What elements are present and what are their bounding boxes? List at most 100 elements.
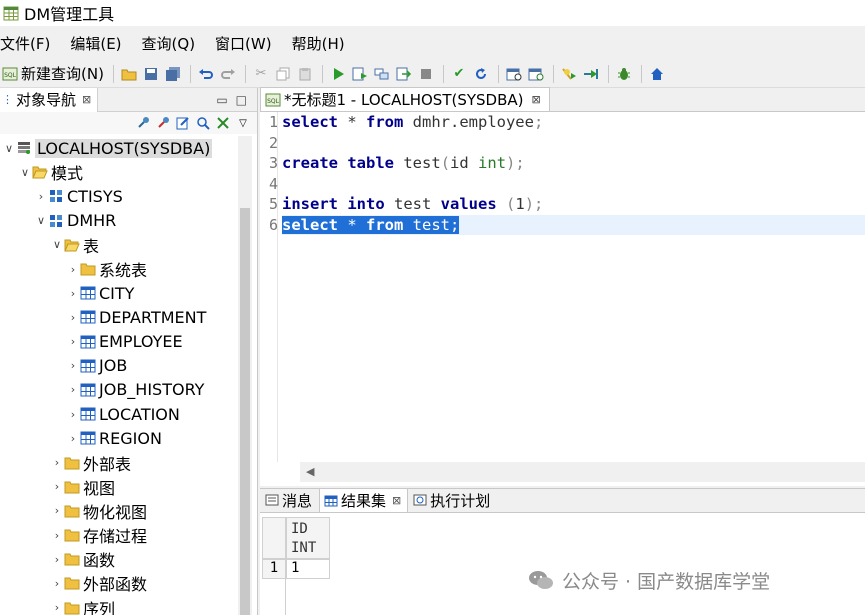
schedule-icon[interactable] (526, 64, 546, 84)
collapse-arrow-icon[interactable]: › (50, 504, 64, 517)
edit-icon[interactable] (175, 115, 191, 131)
scrollbar-thumb[interactable] (240, 208, 250, 615)
tree-node[interactable]: ∨ DMHR (0, 209, 236, 233)
grid-cell[interactable]: 1 (286, 559, 330, 579)
menu-window[interactable]: 窗口(W) (215, 33, 272, 54)
disconnect-icon[interactable] (155, 115, 171, 131)
code-line[interactable]: 5 insert into test values (1); (269, 194, 865, 215)
collapse-arrow-icon[interactable]: › (50, 456, 64, 469)
tree-node[interactable]: ∨ LOCALHOST(SYSDBA) (0, 136, 236, 160)
run-script-icon[interactable] (350, 64, 370, 84)
collapse-arrow-icon[interactable]: › (66, 383, 80, 396)
export-icon[interactable] (394, 64, 414, 84)
bug-icon[interactable] (614, 64, 634, 84)
close-icon[interactable]: ⊠ (532, 93, 541, 106)
collapse-arrow-icon[interactable]: › (66, 311, 80, 324)
menu-help[interactable]: 帮助(H) (292, 33, 345, 54)
maximize-icon[interactable]: □ (236, 93, 247, 107)
copy-icon[interactable] (273, 64, 293, 84)
close-icon[interactable]: ⊠ (392, 494, 401, 507)
tree-node[interactable]: › 外部函数 (0, 571, 236, 595)
tree-node[interactable]: › EMPLOYEE (0, 330, 236, 354)
run-icon[interactable] (328, 64, 348, 84)
code-line[interactable]: 2 (269, 133, 865, 154)
tab-result-set[interactable]: 结果集 ⊠ (319, 488, 409, 512)
collapse-arrow-icon[interactable]: › (50, 577, 64, 590)
collapse-arrow-icon[interactable]: › (50, 480, 64, 493)
tab-untitled-query[interactable]: SQL *无标题1 - LOCALHOST(SYSDBA) ⊠ (260, 87, 550, 111)
tree-node[interactable]: › 外部表 (0, 450, 236, 474)
tree-node[interactable]: ∨ 模式 (0, 160, 236, 184)
column-header-id[interactable]: ID INT (286, 517, 330, 559)
close-icon[interactable]: ⊠ (82, 93, 91, 106)
view-menu-icon[interactable]: ▽ (235, 115, 251, 131)
tree-node[interactable]: › JOB (0, 354, 236, 378)
code-line[interactable]: 4 (269, 174, 865, 195)
tab-execution-plan[interactable]: 执行计划 (408, 488, 497, 512)
collapse-arrow-icon[interactable]: › (66, 408, 80, 421)
rollback-icon[interactable] (471, 64, 491, 84)
tree-node[interactable]: › LOCATION (0, 402, 236, 426)
tree-node[interactable]: › DEPARTMENT (0, 305, 236, 329)
scroll-left-icon[interactable]: ◀ (306, 465, 314, 478)
tree-node[interactable]: › 视图 (0, 475, 236, 499)
open-folder-icon[interactable] (119, 64, 139, 84)
collapse-all-icon[interactable] (215, 115, 231, 131)
undo-icon[interactable] (196, 64, 216, 84)
expand-arrow-icon[interactable]: ∨ (2, 142, 16, 155)
code-line[interactable]: 1 select * from dmhr.employee; (269, 112, 865, 133)
code-line[interactable]: 3 create table test(id int); (269, 153, 865, 174)
tree-node[interactable]: › CITY (0, 281, 236, 305)
search-icon[interactable] (195, 115, 211, 131)
collapse-arrow-icon[interactable]: › (66, 335, 80, 348)
step-icon[interactable] (581, 64, 601, 84)
minimize-icon[interactable]: ▭ (216, 93, 227, 107)
tree-node[interactable]: ∨ 表 (0, 233, 236, 257)
new-query-button[interactable]: SQL 新建查询(N) (2, 63, 104, 84)
connect-icon[interactable] (135, 115, 151, 131)
collapse-arrow-icon[interactable]: › (50, 601, 64, 614)
tree-node[interactable]: › 序列 (0, 596, 236, 615)
collapse-arrow-icon[interactable]: › (34, 190, 48, 203)
collapse-arrow-icon[interactable]: › (66, 432, 80, 445)
menu-edit[interactable]: 编辑(E) (70, 33, 121, 54)
debug-run-icon[interactable] (559, 64, 579, 84)
calendar-icon[interactable] (504, 64, 524, 84)
tree-node[interactable]: › JOB_HISTORY (0, 378, 236, 402)
collapse-arrow-icon[interactable]: › (50, 553, 64, 566)
tree-node[interactable]: › CTISYS (0, 184, 236, 208)
collapse-arrow-icon[interactable]: › (66, 359, 80, 372)
menu-query[interactable]: 查询(Q) (142, 33, 196, 54)
cut-icon[interactable]: ✂ (251, 64, 271, 84)
redo-icon[interactable] (218, 64, 238, 84)
editor-tab-label: *无标题1 - LOCALHOST(SYSDBA) (284, 91, 524, 109)
row-number[interactable]: 1 (262, 559, 286, 579)
sql-file-icon: SQL (2, 67, 18, 80)
tree-node[interactable]: › 物化视图 (0, 499, 236, 523)
expand-arrow-icon[interactable]: ∨ (34, 214, 48, 227)
save-all-icon[interactable] (163, 64, 183, 84)
tab-object-navigator[interactable]: ⋮ 对象导航 ⊠ (0, 87, 99, 112)
save-icon[interactable] (141, 64, 161, 84)
commit-icon[interactable]: ✔ (449, 64, 469, 84)
tree-node[interactable]: › 系统表 (0, 257, 236, 281)
tree-node[interactable]: › 函数 (0, 547, 236, 571)
collapse-arrow-icon[interactable]: › (50, 529, 64, 542)
navigator-scrollbar[interactable] (238, 136, 252, 615)
code-line[interactable]: 6 select * from test; (269, 214, 865, 235)
explain-icon[interactable] (372, 64, 392, 84)
home-icon[interactable] (647, 64, 667, 84)
menu-file[interactable]: 文件(F) (0, 33, 50, 54)
expand-arrow-icon[interactable]: ∨ (18, 166, 32, 179)
paste-icon[interactable] (295, 64, 315, 84)
stop-icon[interactable] (416, 64, 436, 84)
collapse-arrow-icon[interactable]: › (66, 287, 80, 300)
collapse-arrow-icon[interactable]: › (66, 263, 80, 276)
tree-node[interactable]: › 存储过程 (0, 523, 236, 547)
code-editor[interactable]: 1 select * from dmhr.employee; 2 3 create ta… (269, 112, 865, 235)
tab-messages[interactable]: 消息 (260, 488, 319, 512)
folder-open-icon (64, 239, 80, 252)
editor-horizontal-scrollbar[interactable]: ◀ (300, 462, 865, 482)
expand-arrow-icon[interactable]: ∨ (50, 238, 64, 251)
tree-node[interactable]: › REGION (0, 426, 236, 450)
